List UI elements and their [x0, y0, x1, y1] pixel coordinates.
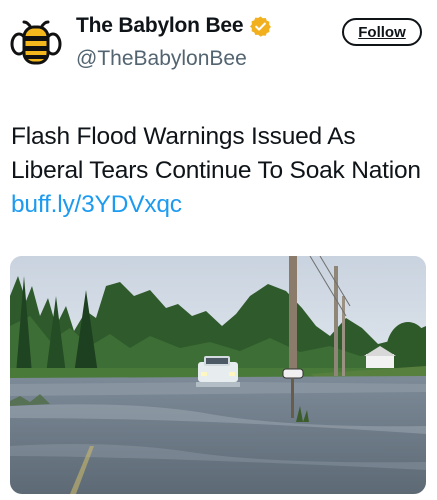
tweet-text: Flash Flood Warnings Issued As Liberal T… [11, 120, 421, 222]
name-row: The Babylon Bee [76, 14, 272, 38]
flooded-road-photo [10, 256, 426, 494]
bee-logo-icon[interactable] [10, 17, 62, 69]
tweet-photo[interactable] [10, 256, 426, 494]
display-name[interactable]: The Babylon Bee [76, 14, 244, 38]
verified-badge-icon [250, 15, 272, 37]
follow-button[interactable]: Follow [342, 18, 422, 46]
tweet-body: Flash Flood Warnings Issued As Liberal T… [11, 123, 421, 184]
tweet-header: The Babylon Bee @TheBabylonBee Follow [0, 0, 437, 90]
tweet-link[interactable]: buff.ly/3YDVxqc [11, 191, 182, 218]
account-handle[interactable]: @TheBabylonBee [76, 47, 247, 71]
